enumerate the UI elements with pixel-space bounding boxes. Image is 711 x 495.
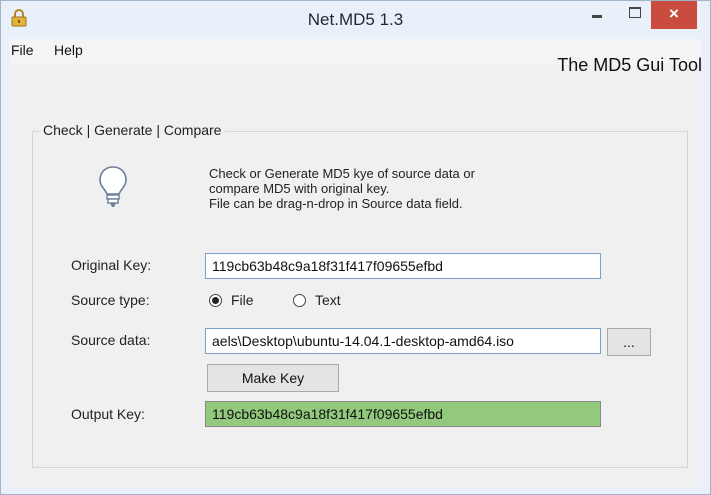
radio-file[interactable]: [209, 294, 222, 307]
main-window: Net.MD5 1.3 × File Help The MD5 Gui Tool…: [0, 0, 711, 495]
description-text: Check or Generate MD5 kye of source data…: [209, 166, 475, 211]
close-button[interactable]: ×: [651, 1, 697, 29]
radio-text-label[interactable]: Text: [315, 292, 341, 308]
description-line-2: compare MD5 with original key.: [209, 181, 390, 196]
maximize-button[interactable]: [621, 1, 649, 29]
make-key-button[interactable]: Make Key: [207, 364, 339, 392]
minimize-button[interactable]: [583, 1, 613, 29]
description-line-3: File can be drag-n-drop in Source data f…: [209, 196, 463, 211]
maximize-icon: [629, 7, 641, 18]
output-key-label: Output Key:: [71, 406, 145, 422]
title-bar[interactable]: Net.MD5 1.3 ×: [1, 1, 710, 39]
source-data-input[interactable]: aels\Desktop\ubuntu-14.04.1-desktop-amd6…: [205, 328, 601, 354]
source-type-label: Source type:: [71, 292, 150, 308]
close-icon: ×: [669, 4, 679, 23]
menu-file[interactable]: File: [11, 42, 34, 58]
radio-text[interactable]: [293, 294, 306, 307]
group-label: Check | Generate | Compare: [39, 122, 226, 138]
original-key-input[interactable]: 119cb63b48c9a18f31f417f09655efbd: [205, 253, 601, 279]
minimize-icon: [592, 15, 602, 18]
menu-help[interactable]: Help: [54, 42, 83, 58]
radio-file-label[interactable]: File: [231, 292, 254, 308]
original-key-label: Original Key:: [71, 257, 152, 273]
description-line-1: Check or Generate MD5 kye of source data…: [209, 166, 475, 181]
lightbulb-icon: [99, 166, 127, 207]
source-data-label: Source data:: [71, 332, 151, 348]
tool-title: The MD5 Gui Tool: [557, 55, 702, 75]
browse-button[interactable]: ...: [607, 328, 651, 356]
output-key-field[interactable]: 119cb63b48c9a18f31f417f09655efbd: [205, 401, 601, 427]
